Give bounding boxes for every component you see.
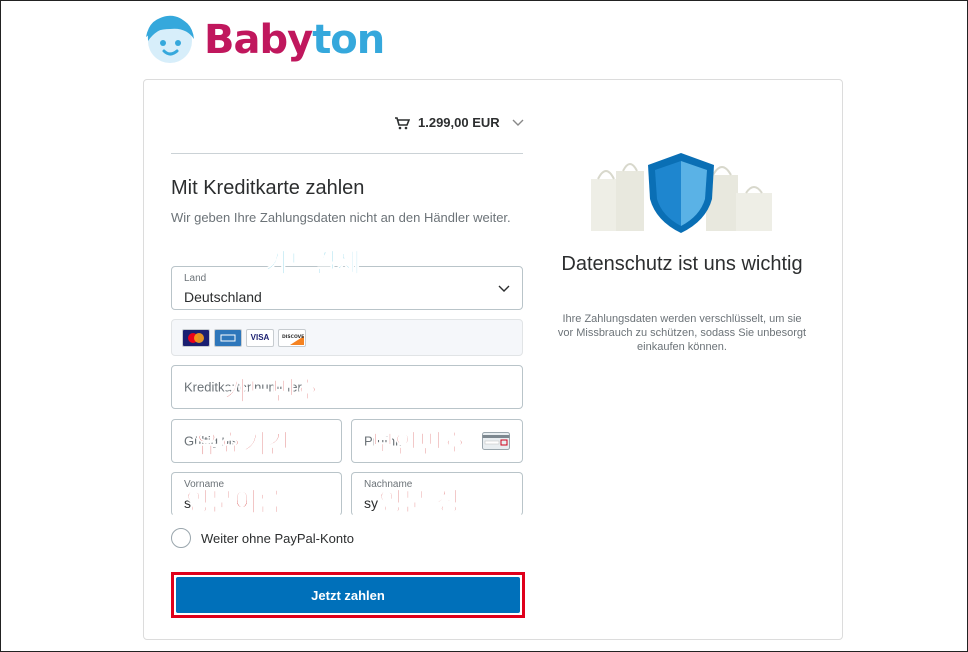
annotation-expiry: 유효기간	[195, 430, 292, 461]
mastercard-icon	[182, 328, 210, 347]
country-value: Deutschland	[184, 289, 262, 305]
form-title: Mit Kreditkarte zahlen	[171, 177, 365, 199]
brand-name-part2: ton	[312, 17, 385, 63]
privacy-text: Ihre Zahlungsdaten werden verschlüsselt,…	[557, 313, 807, 353]
pay-button-highlight: Jetzt zahlen	[171, 572, 525, 618]
svg-text:DISCOVER: DISCOVER	[282, 334, 304, 340]
annotation-card-payment: 카드결제	[265, 249, 362, 280]
brand-name: Babyton	[204, 17, 385, 63]
chevron-down-icon	[512, 119, 524, 126]
visa-icon: VISA	[246, 328, 274, 347]
amex-icon	[214, 328, 242, 347]
country-label: Land	[184, 273, 207, 284]
guest-checkout-option[interactable]: Weiter ohne PayPal-Konto	[171, 528, 354, 548]
accepted-cards: VISA DISCOVER	[171, 319, 523, 356]
cart-summary[interactable]: 1.299,00 EUR	[394, 115, 524, 130]
logo-face-icon	[146, 15, 194, 63]
cvv-card-icon	[482, 432, 510, 450]
cart-icon	[395, 116, 410, 129]
guest-checkout-radio[interactable]	[171, 528, 191, 548]
chevron-down-icon	[498, 285, 510, 292]
form-subtitle: Wir geben Ihre Zahlungsdaten nicht an de…	[171, 210, 511, 225]
brand-name-part1: Baby	[204, 17, 313, 63]
annotation-security-code: 보안번호	[371, 430, 468, 461]
annotation-last-name: 영문 성	[379, 488, 461, 519]
privacy-title: Datenschutz ist uns wichtig	[561, 253, 803, 275]
pay-now-button[interactable]: Jetzt zahlen	[176, 577, 520, 613]
annotation-card-number: 카드번호	[224, 377, 321, 408]
last-name-value: sy	[364, 495, 378, 511]
guest-checkout-label: Weiter ohne PayPal-Konto	[201, 530, 354, 546]
brand-logo: Babyton	[142, 9, 385, 69]
divider	[171, 153, 523, 154]
annotation-first-name: 영문이름	[186, 488, 283, 519]
cart-amount: 1.299,00 EUR	[418, 115, 500, 130]
discover-icon: DISCOVER	[278, 328, 306, 347]
shield-icon	[591, 153, 772, 233]
